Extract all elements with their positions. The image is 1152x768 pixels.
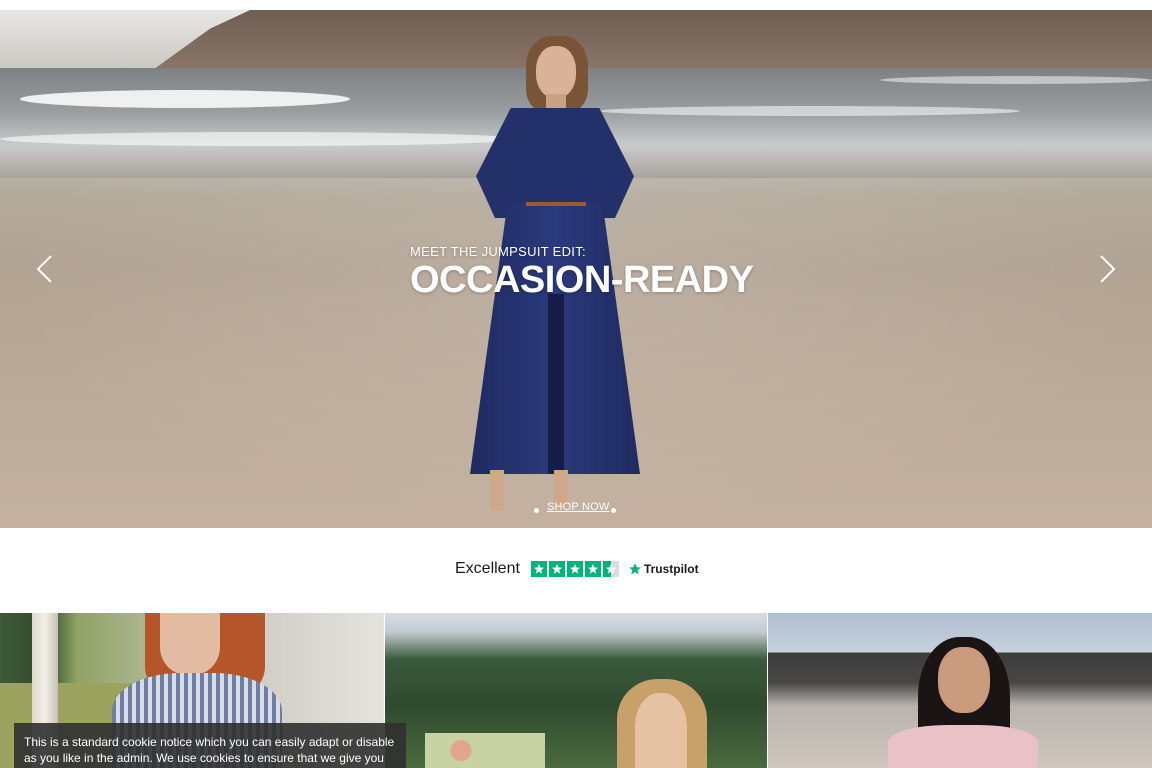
hero-cliff (150, 10, 1152, 72)
chevron-right-icon (1100, 255, 1116, 283)
tile-model-face (938, 647, 990, 713)
chevron-left-icon (36, 255, 52, 283)
star-icon (530, 561, 547, 577)
trustpilot-star-icon (629, 563, 641, 575)
star-icon (584, 561, 601, 577)
carousel-dot[interactable] (611, 508, 616, 513)
tile-flowers (425, 733, 545, 768)
model-legs (548, 294, 564, 474)
page: MEET THE JUMPSUIT EDIT: OCCASION-READY S… (0, 0, 1152, 768)
cookie-notice: This is a standard cookie notice which y… (14, 723, 406, 768)
hero-wave (880, 76, 1152, 84)
hero-wave (0, 132, 520, 146)
star-icon (548, 561, 565, 577)
hero-eyebrow: MEET THE JUMPSUIT EDIT: (410, 244, 586, 259)
cookie-notice-text: This is a standard cookie notice which y… (24, 735, 395, 765)
tile-model-face (160, 613, 220, 675)
carousel-next-button[interactable] (1094, 254, 1118, 284)
trustpilot-widget[interactable]: Excellent Trustpilot (455, 559, 699, 579)
trustpilot-rating-label: Excellent (455, 560, 520, 577)
trustpilot-stars (530, 561, 619, 577)
carousel-prev-button[interactable] (34, 254, 58, 284)
star-icon (566, 561, 583, 577)
carousel-dot[interactable] (534, 508, 539, 513)
category-tile-2[interactable] (385, 613, 767, 768)
hero-title: OCCASION-READY (410, 259, 754, 301)
shop-now-link[interactable]: SHOP NOW (547, 501, 610, 513)
tile-model-face (635, 693, 687, 768)
model-foot (490, 470, 504, 510)
category-tile-3[interactable] (768, 613, 1152, 768)
trustpilot-brand-text: Trustpilot (643, 562, 699, 576)
trustpilot-logo: Trustpilot (628, 562, 699, 576)
model-face (536, 46, 576, 98)
hero-wave (600, 106, 1020, 116)
hero-text: MEET THE JUMPSUIT EDIT: OCCASION-READY (410, 244, 754, 301)
hero-banner[interactable]: MEET THE JUMPSUIT EDIT: OCCASION-READY S… (0, 10, 1152, 528)
half-star-icon (602, 561, 619, 577)
model-belt (526, 202, 586, 206)
hero-wave (20, 90, 350, 108)
tile-model-top (888, 725, 1038, 768)
